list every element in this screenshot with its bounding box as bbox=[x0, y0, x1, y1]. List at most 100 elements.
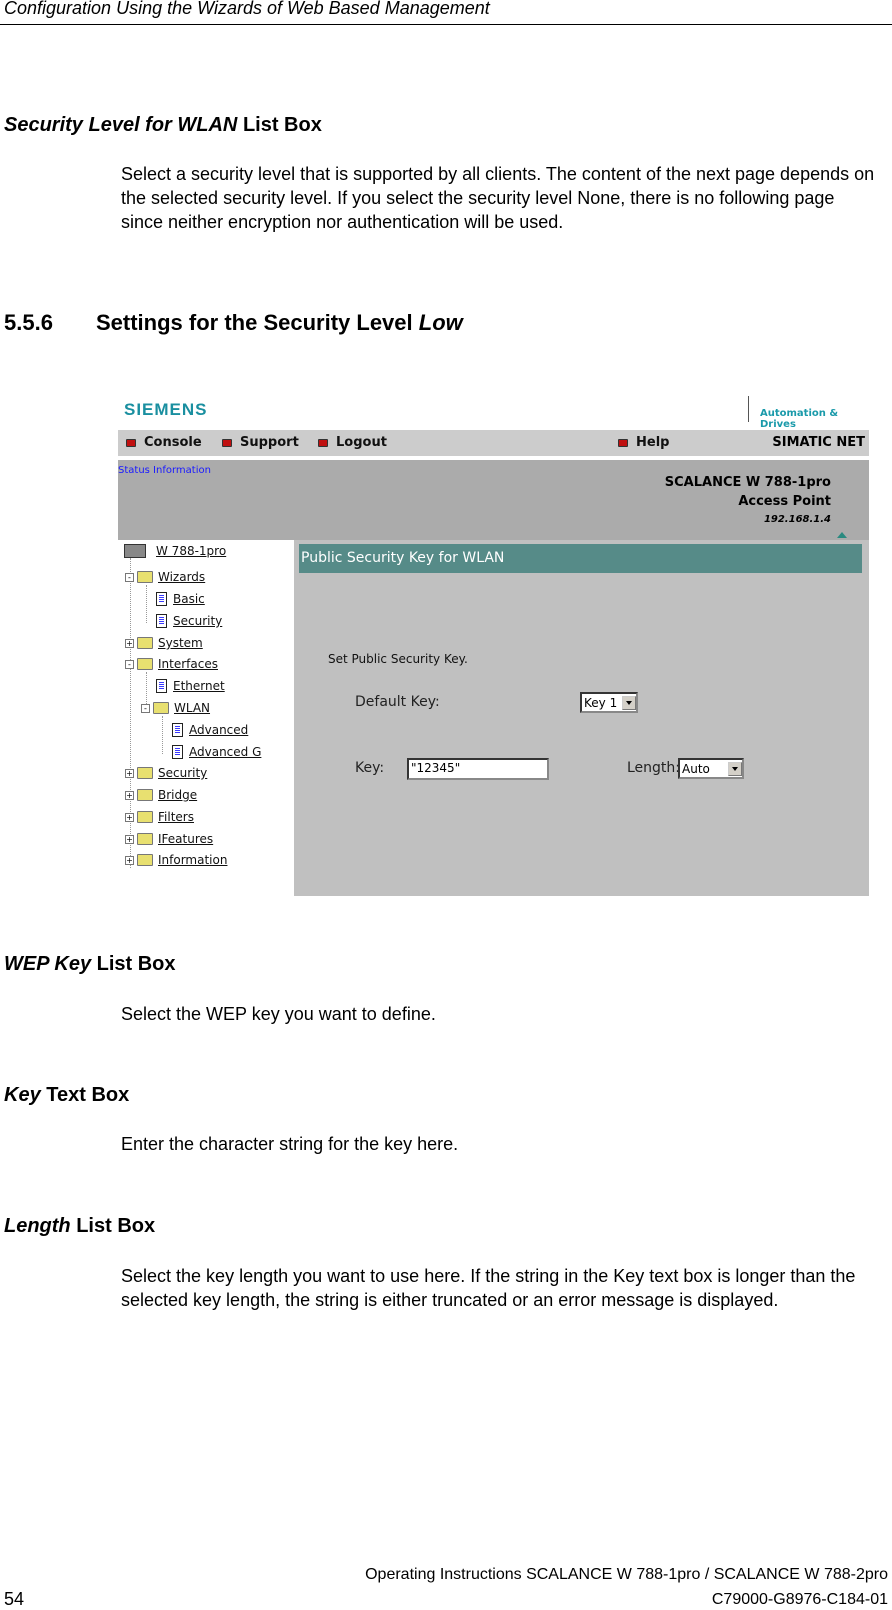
device-name: SCALANCE W 788-1pro bbox=[664, 475, 831, 490]
device-mode: Access Point bbox=[738, 494, 831, 509]
siemens-logo: SIEMENS bbox=[124, 400, 208, 419]
folder-icon bbox=[137, 767, 153, 779]
default-key-select[interactable]: Key 1 bbox=[580, 692, 638, 713]
menu-help[interactable]: Help bbox=[618, 435, 669, 450]
page-icon bbox=[172, 723, 183, 737]
tree-item-security[interactable]: + Security bbox=[125, 766, 207, 780]
collapse-icon[interactable]: - bbox=[125, 572, 134, 582]
tree-label: Wizards bbox=[158, 570, 206, 584]
tree-label: Advanced G bbox=[189, 745, 262, 759]
collapse-icon[interactable]: - bbox=[141, 703, 150, 713]
tagline: Automation & Drives bbox=[760, 408, 839, 430]
tree-item-advanced[interactable]: Advanced bbox=[172, 723, 248, 737]
section-body-wep-key: Select the WEP key you want to define. bbox=[121, 1004, 436, 1024]
tree-item-advanced-g[interactable]: Advanced G bbox=[172, 745, 261, 759]
chapter-title-italic: Low bbox=[418, 310, 463, 335]
menu-bar: Console Support Logout Help SIMATIC NET bbox=[118, 430, 869, 456]
menu-label: Help bbox=[636, 435, 670, 450]
menu-label: Logout bbox=[336, 435, 387, 450]
key-input[interactable]: "12345" bbox=[407, 758, 549, 780]
page-number: 54 bbox=[4, 1589, 25, 1609]
expand-icon[interactable]: + bbox=[125, 768, 134, 778]
folder-icon bbox=[137, 811, 153, 823]
tree-item-filters[interactable]: + Filters bbox=[125, 810, 194, 824]
menu-label: Console bbox=[144, 435, 202, 450]
tree-item-device[interactable]: W 788-1pro bbox=[124, 544, 226, 558]
dropdown-arrow-icon[interactable] bbox=[728, 761, 742, 776]
tree-label: Security bbox=[173, 614, 223, 628]
key-label: Key: bbox=[355, 760, 385, 776]
router-icon bbox=[124, 544, 146, 558]
heading-rest: List Box bbox=[237, 114, 322, 136]
section-body-length: Select the key length you want to use he… bbox=[121, 1266, 856, 1310]
content-panel: Public Security Key for WLAN Set Public … bbox=[294, 540, 869, 896]
section-heading-key: Key Text Box bbox=[4, 1084, 129, 1107]
section-heading-wep-key: WEP Key List Box bbox=[4, 953, 176, 976]
page-icon bbox=[172, 745, 183, 759]
bullet-icon bbox=[126, 438, 136, 447]
folder-icon bbox=[137, 854, 153, 866]
simatic-net-brand: SIMATIC NET bbox=[772, 435, 865, 450]
tree-item-bridge[interactable]: + Bridge bbox=[125, 788, 197, 802]
tree-item-ifeatures[interactable]: + IFeatures bbox=[125, 832, 213, 846]
heading-italic: Length bbox=[4, 1215, 71, 1237]
scroll-up-icon[interactable] bbox=[837, 532, 847, 538]
panel-subtitle: Set Public Security Key. bbox=[328, 652, 468, 666]
tree-label: Interfaces bbox=[158, 657, 218, 671]
tree-label: W 788-1pro bbox=[156, 544, 227, 558]
page-icon bbox=[156, 679, 167, 693]
expand-icon[interactable]: + bbox=[125, 834, 134, 844]
tree-label: Ethernet bbox=[173, 679, 225, 693]
web-management-screenshot: SIEMENS Automation & Drives Console Supp… bbox=[118, 392, 869, 896]
expand-icon[interactable]: + bbox=[125, 855, 134, 865]
status-bar: Status Information SCALANCE W 788-1pro A… bbox=[118, 460, 869, 540]
heading-rest: List Box bbox=[70, 1215, 156, 1237]
tree-label: IFeatures bbox=[158, 832, 214, 846]
select-value: Auto bbox=[682, 761, 710, 776]
section-body-security-level: Select a security level that is supporte… bbox=[121, 164, 875, 232]
bullet-icon bbox=[618, 438, 628, 447]
length-label: Length: bbox=[627, 760, 681, 776]
tree-item-basic[interactable]: Basic bbox=[156, 592, 205, 606]
footer-doc-number: C79000-G8976-C184-01 bbox=[711, 1591, 888, 1608]
divider bbox=[748, 396, 749, 422]
menu-support[interactable]: Support bbox=[222, 435, 299, 450]
tree-item-information[interactable]: + Information bbox=[125, 853, 227, 867]
select-value: Key 1 bbox=[584, 695, 618, 710]
default-key-label: Default Key: bbox=[355, 694, 440, 710]
expand-icon[interactable]: + bbox=[125, 812, 134, 822]
tree-label: Information bbox=[158, 853, 228, 867]
tree-item-security-wizard[interactable]: Security bbox=[156, 614, 222, 628]
menu-logout[interactable]: Logout bbox=[318, 435, 387, 450]
chapter-heading: 5.5.6 Settings for the Security Level Low bbox=[4, 310, 463, 336]
length-select[interactable]: Auto bbox=[678, 758, 744, 779]
heading-italic: Key bbox=[4, 1084, 41, 1106]
tree-line bbox=[146, 585, 147, 623]
tree-label: Bridge bbox=[158, 788, 198, 802]
folder-open-icon bbox=[137, 571, 153, 583]
folder-icon bbox=[137, 833, 153, 845]
expand-icon[interactable]: + bbox=[125, 790, 134, 800]
menu-console[interactable]: Console bbox=[126, 435, 202, 450]
dropdown-arrow-icon[interactable] bbox=[622, 695, 636, 710]
running-header: Configuration Using the Wizards of Web B… bbox=[4, 0, 490, 18]
tree-item-system[interactable]: + System bbox=[125, 636, 203, 650]
menu-label: Support bbox=[240, 435, 299, 450]
collapse-icon[interactable]: - bbox=[125, 659, 134, 669]
tree-item-interfaces[interactable]: - Interfaces bbox=[125, 657, 218, 671]
heading-rest: List Box bbox=[91, 953, 176, 975]
expand-icon[interactable]: + bbox=[125, 638, 134, 648]
page-icon bbox=[156, 592, 167, 606]
navigation-tree: W 788-1pro - Wizards Basic Security + Syst… bbox=[118, 540, 294, 896]
heading-italic: WEP Key bbox=[4, 953, 92, 975]
tree-item-ethernet[interactable]: Ethernet bbox=[156, 679, 225, 693]
tree-item-wlan[interactable]: - WLAN bbox=[141, 701, 210, 715]
bullet-icon bbox=[222, 438, 232, 447]
folder-open-icon bbox=[153, 702, 169, 714]
footer-doc-title: Operating Instructions SCALANCE W 788-1p… bbox=[365, 1566, 888, 1583]
chapter-title: Settings for the Security Level bbox=[96, 310, 419, 335]
tree-item-wizards[interactable]: - Wizards bbox=[125, 570, 205, 584]
chapter-number: 5.5.6 bbox=[4, 310, 53, 335]
folder-open-icon bbox=[137, 658, 153, 670]
status-information-link[interactable]: Status Information bbox=[118, 465, 211, 476]
